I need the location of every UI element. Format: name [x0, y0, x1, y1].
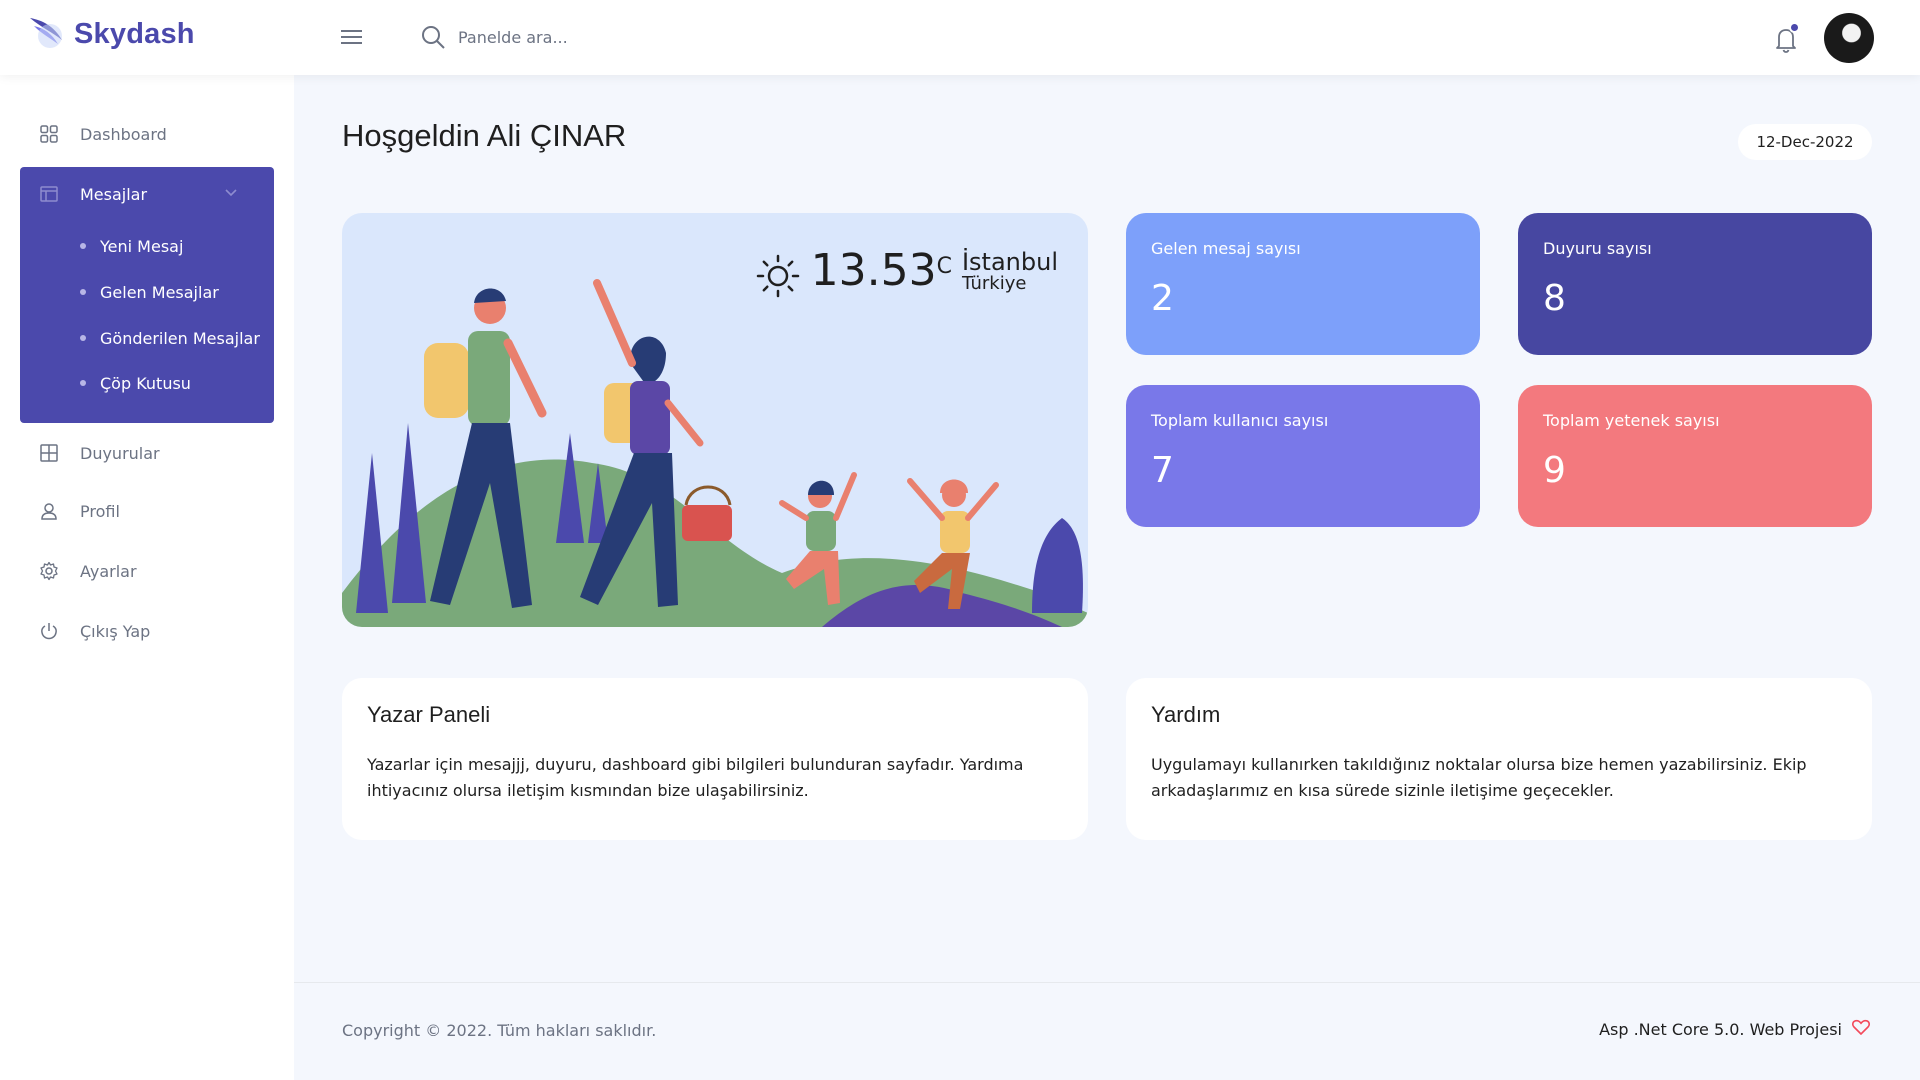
card-text: Uygulamayı kullanırken takıldığınız nokt… — [1151, 755, 1807, 800]
project-credit: Asp .Net Core 5.0. Web Projesi — [1599, 1019, 1870, 1039]
sidebar-item-duyurular[interactable]: Duyurular — [20, 428, 274, 478]
heart-icon — [1852, 1019, 1870, 1039]
weather-card: 13.53C İstanbul Türkiye — [342, 213, 1088, 627]
submenu-item-yeni-mesaj[interactable]: Yeni Mesaj — [80, 231, 183, 261]
brand-logo[interactable]: Skydash — [28, 14, 195, 54]
layout-icon — [38, 442, 60, 464]
power-icon — [38, 620, 60, 642]
stat-value: 2 — [1151, 278, 1174, 319]
stat-card-duyuru[interactable]: Duyuru sayısı 8 — [1518, 213, 1872, 355]
card-title: Yardım — [1151, 702, 1221, 727]
submenu-item-gelen-mesajlar[interactable]: Gelen Mesajlar — [80, 277, 219, 307]
stat-value: 9 — [1543, 450, 1566, 491]
stat-value: 8 — [1543, 278, 1566, 319]
user-icon — [38, 500, 60, 522]
sidebar-item-ayarlar[interactable]: Ayarlar — [20, 546, 274, 596]
sidebar-item-label: Profil — [80, 501, 120, 521]
search-bar — [420, 24, 758, 50]
submenu-item-label: Yeni Mesaj — [100, 236, 184, 256]
bullet-icon — [80, 289, 86, 295]
city-name: İstanbul — [961, 248, 1058, 276]
notification-indicator — [1789, 22, 1800, 33]
stat-title: Toplam kullanıcı sayısı — [1151, 411, 1329, 430]
stat-title: Gelen mesaj sayısı — [1151, 239, 1301, 258]
stat-card-gelen-mesaj[interactable]: Gelen mesaj sayısı 2 — [1126, 213, 1480, 355]
date-badge[interactable]: 12-Dec-2022 — [1738, 124, 1872, 160]
submenu-item-label: Gelen Mesajlar — [100, 282, 219, 302]
weather-widget: 13.53C İstanbul Türkiye — [755, 247, 1058, 303]
chevron-down-icon — [224, 186, 238, 202]
submenu-item-label: Çöp Kutusu — [100, 373, 191, 393]
stat-card-toplam-kullanici[interactable]: Toplam kullanıcı sayısı 7 — [1126, 385, 1480, 527]
sidebar-item-label: Dashboard — [80, 124, 167, 144]
sidebar-item-label: Mesajlar — [80, 184, 148, 204]
submenu-item-gonderilen-mesajlar[interactable]: Gönderilen Mesajlar — [80, 323, 260, 353]
sidebar: Dashboard Mesajlar Yeni Mesaj Gelen Mesa… — [0, 75, 294, 1080]
submenu-item-label: Gönderilen Mesajlar — [100, 328, 260, 348]
bullet-icon — [80, 380, 86, 386]
sidebar-submenu-mesajlar: Mesajlar Yeni Mesaj Gelen Mesajlar Gönde… — [20, 167, 274, 423]
sidebar-item-label: Duyurular — [80, 443, 160, 463]
sun-icon — [755, 253, 801, 303]
sidebar-item-label: Ayarlar — [80, 561, 137, 581]
search-icon[interactable] — [420, 24, 446, 50]
gear-icon — [38, 560, 60, 582]
yazar-paneli-card: Yazar Paneli Yazarlar için mesajjj, duyu… — [342, 678, 1088, 840]
yardim-card: Yardım Uygulamayı kullanırken takıldığın… — [1126, 678, 1872, 840]
card-title: Yazar Paneli — [367, 702, 491, 727]
brand-name: Skydash — [74, 17, 195, 50]
country-name: Türkiye — [961, 273, 1027, 294]
bullet-icon — [80, 335, 86, 341]
location: İstanbul Türkiye — [962, 249, 1058, 293]
bird-logo-icon — [28, 14, 68, 54]
sidebar-item-label: Çıkış Yap — [80, 621, 151, 641]
notifications-button[interactable] — [1772, 22, 1800, 54]
bullet-icon — [80, 243, 86, 249]
sidebar-item-profil[interactable]: Profil — [20, 486, 274, 536]
card-text: Yazarlar için mesajjj, duyuru, dashboard… — [367, 755, 1024, 800]
avatar[interactable] — [1824, 13, 1874, 63]
sidebar-item-dashboard[interactable]: Dashboard — [20, 109, 274, 159]
sidebar-item-mesajlar[interactable]: Mesajlar — [20, 167, 274, 221]
page-title: Hoşgeldin Ali ÇINAR — [342, 118, 627, 153]
top-navbar: Skydash — [0, 0, 1920, 75]
project-text: Asp .Net Core 5.0. Web Projesi — [1599, 1019, 1842, 1039]
copyright-text: Copyright © 2022. Tüm hakları saklıdır. — [342, 1021, 657, 1040]
menu-toggle-button[interactable] — [340, 27, 368, 49]
temperature-value: 13.53C — [811, 247, 952, 295]
temperature-number: 13.53 — [810, 245, 937, 296]
grid-icon — [38, 123, 60, 145]
submenu-item-cop-kutusu[interactable]: Çöp Kutusu — [80, 368, 191, 398]
sidebar-item-cikis-yap[interactable]: Çıkış Yap — [20, 606, 274, 656]
stat-title: Toplam yetenek sayısı — [1543, 411, 1720, 430]
temperature-unit: C — [936, 254, 952, 279]
hamburger-icon — [341, 30, 362, 44]
search-input[interactable] — [458, 27, 758, 47]
stat-value: 7 — [1151, 450, 1174, 491]
stat-card-toplam-yetenek[interactable]: Toplam yetenek sayısı 9 — [1518, 385, 1872, 527]
footer: Copyright © 2022. Tüm hakları saklıdır. … — [294, 982, 1920, 1080]
window-icon — [38, 183, 60, 205]
stat-title: Duyuru sayısı — [1543, 239, 1652, 258]
